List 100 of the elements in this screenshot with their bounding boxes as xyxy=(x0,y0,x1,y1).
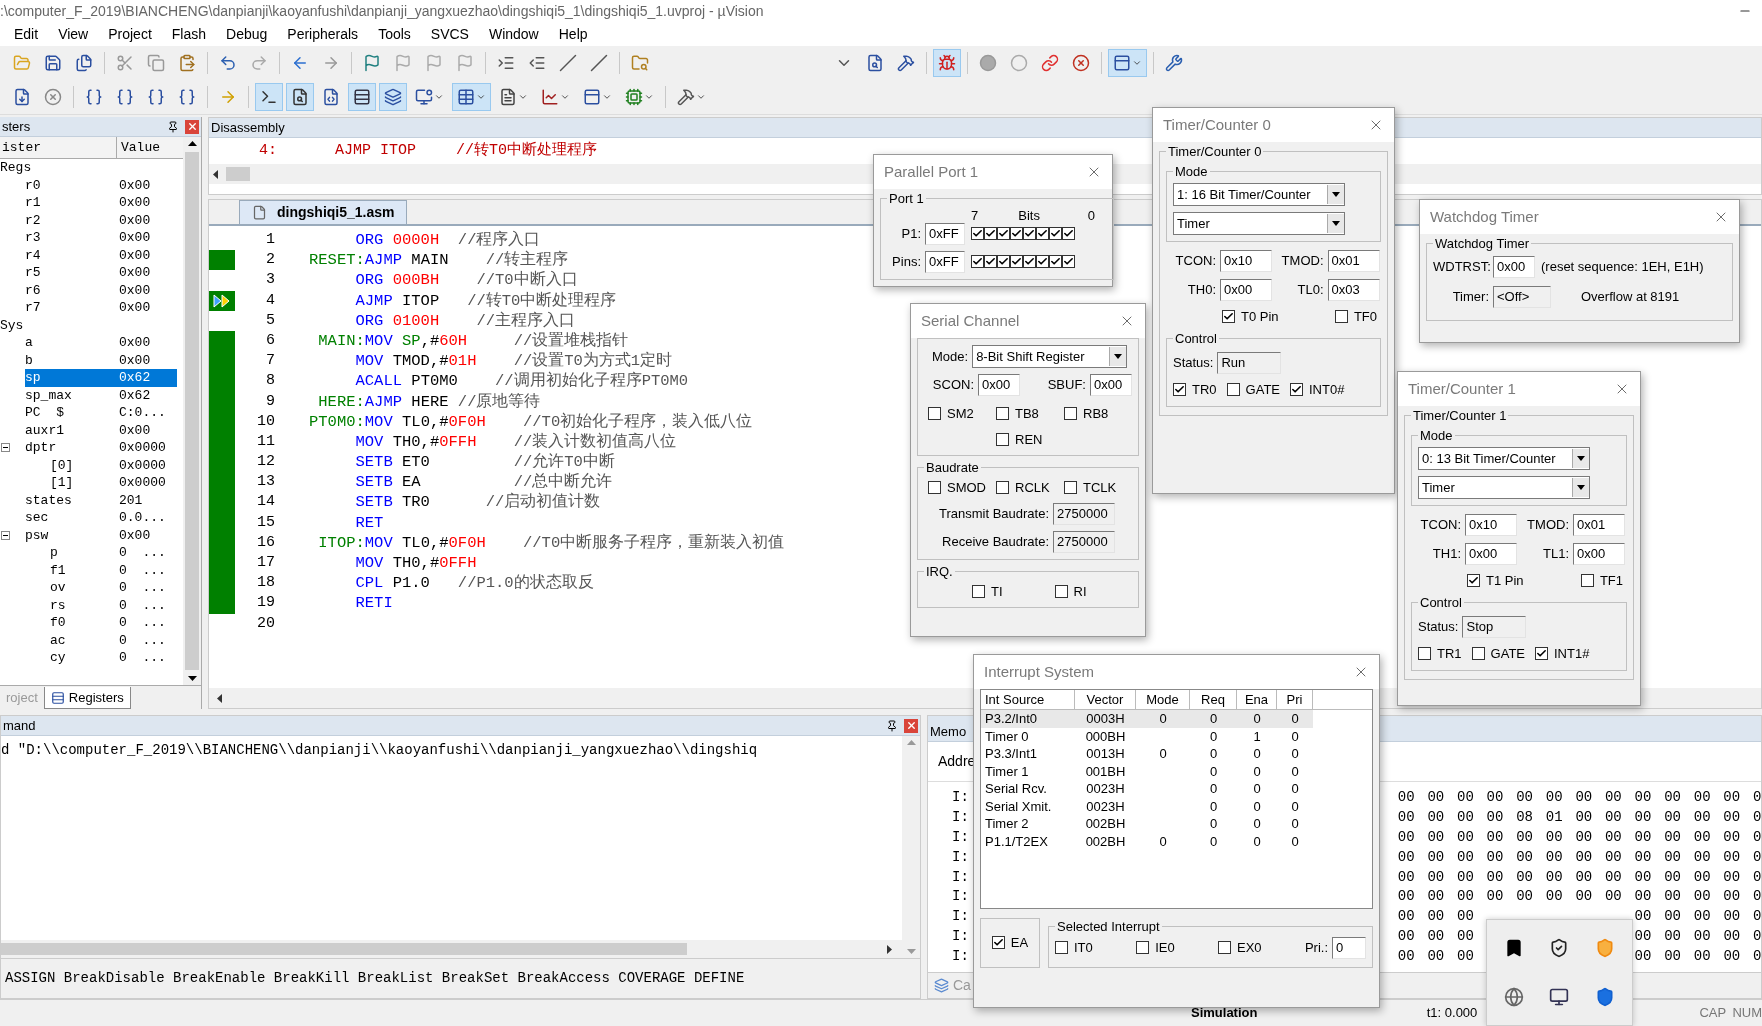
value-field[interactable]: 0x10 xyxy=(1465,514,1517,536)
value-field[interactable]: 0x00 xyxy=(1220,279,1272,301)
checkbox[interactable] xyxy=(1467,574,1480,588)
horizontal-scrollbar[interactable] xyxy=(1,940,902,958)
value-field[interactable]: 0x00 xyxy=(1090,374,1132,396)
interrupt-row[interactable]: P3.2/Int0 0003H 0 0 0 0 xyxy=(981,710,1313,728)
register-row[interactable]: r7 0x00 xyxy=(25,299,177,317)
column-header[interactable]: Ena xyxy=(1237,690,1277,709)
value-field[interactable]: 0x00 xyxy=(1573,543,1625,565)
menu-item[interactable]: Help xyxy=(548,23,598,45)
checkbox[interactable] xyxy=(1055,941,1068,954)
scrollbar-thumb[interactable] xyxy=(185,152,199,670)
menu-item[interactable]: Tools xyxy=(368,23,421,45)
dropdown[interactable]: 0: 13 Bit Timer/Counter xyxy=(1418,447,1590,470)
menu-item[interactable]: Flash xyxy=(161,23,217,45)
checkbox[interactable] xyxy=(996,407,1009,421)
register-row[interactable]: f0 0 ... xyxy=(50,614,177,632)
value-field[interactable]: 0x01 xyxy=(1573,514,1625,536)
interrupt-row[interactable]: Timer 0 000BH 0 1 0 xyxy=(981,727,1313,745)
value-field[interactable]: 0xFF xyxy=(925,222,965,245)
register-row[interactable]: auxr1 0x00 xyxy=(25,421,177,439)
globe-icon[interactable] xyxy=(1503,986,1524,1007)
interrupt-row[interactable]: Serial Xmit. 0023H 0 0 0 xyxy=(981,797,1313,815)
checkbox[interactable] xyxy=(991,936,1005,949)
checkbox[interactable] xyxy=(1036,227,1049,240)
register-row[interactable]: r2 0x00 xyxy=(25,211,177,229)
checkbox[interactable] xyxy=(1023,227,1036,240)
value-field[interactable]: 0x00 xyxy=(1493,255,1535,278)
value-field[interactable]: 0x10 xyxy=(1220,250,1272,272)
collapse-icon[interactable] xyxy=(1,530,10,540)
register-row[interactable]: sp 0x62 xyxy=(25,369,177,387)
register-row[interactable]: r3 0x00 xyxy=(25,229,177,247)
register-row[interactable]: b 0x00 xyxy=(25,351,177,369)
checkbox[interactable] xyxy=(984,227,997,240)
checkbox[interactable] xyxy=(996,480,1009,494)
column-header[interactable]: Pri xyxy=(1277,690,1313,709)
column-header[interactable]: ister xyxy=(0,137,117,158)
close-button[interactable] xyxy=(904,718,918,733)
value-field[interactable]: 0x00 xyxy=(1465,543,1517,565)
scroll-left-icon[interactable] xyxy=(213,169,218,179)
value-field[interactable]: 0 xyxy=(1332,936,1366,959)
checkbox[interactable] xyxy=(971,255,984,268)
interrupt-row[interactable]: Serial Rcv. 0023H 0 0 0 xyxy=(981,780,1313,798)
checkbox[interactable] xyxy=(997,227,1010,240)
interrupt-row[interactable]: P3.3/Int1 0013H 0 0 0 0 xyxy=(981,745,1313,763)
toolbar-button[interactable] xyxy=(255,83,283,111)
checkbox[interactable] xyxy=(1418,647,1431,661)
panel-tab[interactable]: Registers xyxy=(43,687,131,709)
scroll-right-icon[interactable] xyxy=(887,944,892,954)
column-header[interactable]: Value xyxy=(117,137,183,158)
checkbox[interactable] xyxy=(1290,383,1303,397)
register-row[interactable]: sp_max 0x62 xyxy=(25,386,177,404)
dropdown[interactable]: Timer xyxy=(1173,212,1345,235)
checkbox[interactable] xyxy=(1064,407,1077,421)
editor-tab[interactable]: dingshiqi5_1.asm xyxy=(239,200,408,224)
dropdown[interactable]: 1: 16 Bit Timer/Counter xyxy=(1173,183,1345,206)
checkbox[interactable] xyxy=(1173,383,1186,397)
register-row[interactable]: a 0x00 xyxy=(25,334,177,352)
column-header[interactable]: Int Source xyxy=(981,690,1075,709)
scrollbar-thumb[interactable] xyxy=(226,167,250,181)
checkbox[interactable] xyxy=(984,255,997,268)
checkbox[interactable] xyxy=(1471,647,1485,661)
checkbox[interactable] xyxy=(996,432,1009,446)
checkbox[interactable] xyxy=(1010,255,1023,268)
register-row[interactable]: r5 0x00 xyxy=(25,264,177,282)
checkbox[interactable] xyxy=(997,255,1010,268)
interrupt-row[interactable]: P1.1/T2EX 002BH 0 0 0 0 xyxy=(981,832,1313,850)
register-row[interactable]: ac 0 ... xyxy=(50,631,177,649)
toolbar-button[interactable] xyxy=(348,83,376,111)
register-row[interactable]: rs 0 ... xyxy=(50,596,177,614)
monitor-icon[interactable] xyxy=(1549,986,1570,1007)
checkbox[interactable] xyxy=(1062,227,1075,240)
register-row[interactable]: r1 0x00 xyxy=(25,194,177,212)
register-row[interactable]: p 0 ... xyxy=(50,544,177,562)
register-row[interactable]: [0] 0x0000 xyxy=(50,456,177,474)
checkbox[interactable] xyxy=(1023,255,1036,268)
menu-item[interactable]: Window xyxy=(478,23,549,45)
menu-item[interactable]: Project xyxy=(98,23,162,45)
menu-item[interactable]: Edit xyxy=(4,23,49,45)
dropdown[interactable]: 8-Bit Shift Register xyxy=(972,345,1128,368)
checkbox[interactable] xyxy=(1226,383,1240,397)
checkbox[interactable] xyxy=(1036,255,1049,268)
collapse-icon[interactable] xyxy=(1,443,10,453)
toolbar-button[interactable] xyxy=(452,83,491,111)
column-header[interactable]: Mode xyxy=(1136,690,1190,709)
register-row[interactable]: r6 0x00 xyxy=(25,281,177,299)
interrupt-row[interactable]: Timer 2 002BH 0 0 0 xyxy=(981,815,1313,833)
scrollbar[interactable] xyxy=(183,137,201,685)
register-row[interactable]: r0 0x00 xyxy=(25,176,177,194)
checkbox[interactable] xyxy=(972,584,985,598)
menu-item[interactable]: Peripherals xyxy=(277,23,369,45)
checkbox[interactable] xyxy=(1064,480,1077,494)
column-header[interactable]: Req xyxy=(1190,690,1237,709)
menu-item[interactable]: Debug xyxy=(216,23,278,45)
register-row[interactable]: states 201 xyxy=(25,491,177,509)
checkbox[interactable] xyxy=(1222,310,1235,324)
close-button[interactable] xyxy=(185,119,199,134)
register-row[interactable]: dptr 0x0000 xyxy=(25,439,177,457)
value-field[interactable]: 0x00 xyxy=(978,374,1020,396)
register-row[interactable]: psw 0x00 xyxy=(25,526,177,544)
